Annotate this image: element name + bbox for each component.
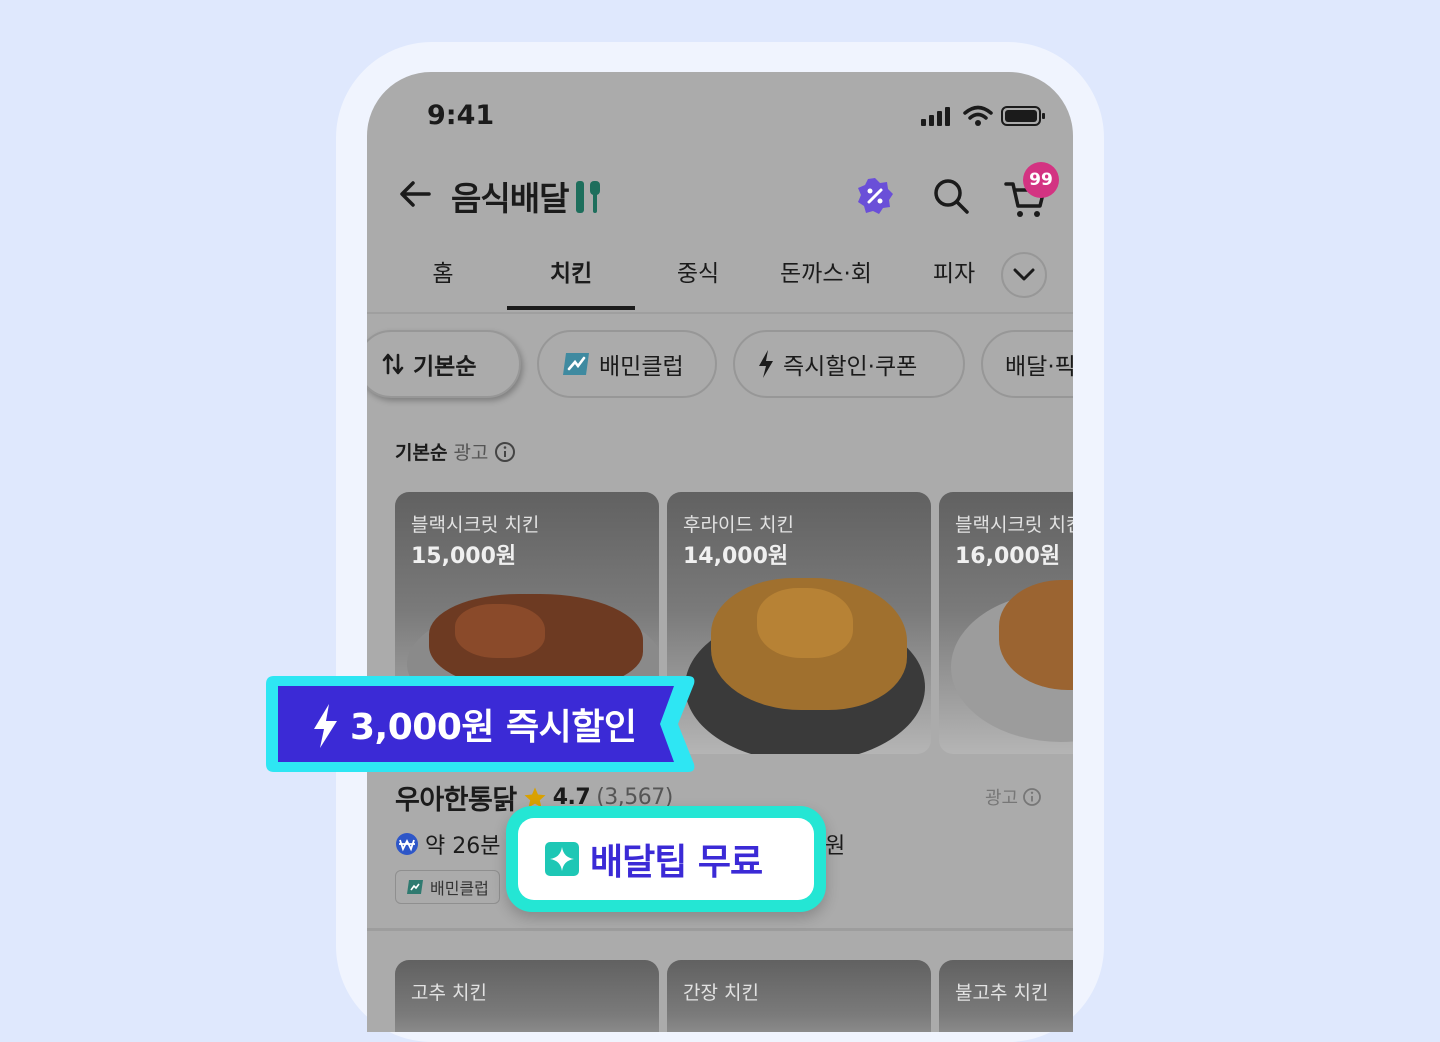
free-delivery-callout: 배달팁 무료 — [506, 806, 826, 912]
signal-icon — [921, 107, 950, 126]
category-tabs: 홈 치킨 중식 돈까스·회 피자 — [367, 240, 1073, 314]
tab-home[interactable]: 홈 — [389, 254, 497, 310]
delivery-filter-label: 배달·픽 — [1005, 354, 1073, 380]
page-title-text: 음식배달 — [451, 179, 569, 218]
menu-name: 불고추 치킨 — [955, 982, 1049, 1004]
tab-pizza[interactable]: 피자 — [901, 254, 1007, 310]
info-icon[interactable] — [494, 441, 516, 463]
info-icon[interactable] — [1022, 787, 1042, 807]
delivery-time: 약 26분 — [425, 834, 501, 859]
store-ad-text: 광고 — [985, 788, 1019, 809]
club-badge: 배민클럽 — [395, 870, 500, 904]
chevron-down-icon — [1013, 268, 1035, 281]
sort-arrows-icon — [382, 353, 404, 375]
delivery-fee-suffix: 원 — [825, 834, 846, 859]
menu-card[interactable]: 블랙시크릿 치킨 16,000원 — [939, 492, 1073, 754]
status-time: 9:41 — [427, 100, 495, 131]
battery-icon — [1001, 106, 1045, 126]
sparkle-icon — [545, 842, 579, 876]
free-delivery-callout-text: 배달팁 무료 — [590, 842, 763, 883]
tab-active-indicator — [507, 306, 635, 310]
menu-name: 블랙시크릿 치킨 — [955, 514, 1073, 536]
club-badge-label: 배민클럽 — [430, 879, 489, 898]
delivery-time-row: 약 26분 — [395, 828, 500, 860]
menu-name: 간장 치킨 — [683, 982, 759, 1004]
tab-pork-cutlet[interactable]: 돈까스·회 — [761, 254, 891, 310]
baemin-club-icon — [407, 880, 423, 894]
store-name: 우아한통닭 — [395, 785, 517, 816]
baemin-club-icon — [563, 353, 589, 375]
store-ad-label: 광고 — [985, 784, 1042, 810]
lightning-icon — [314, 704, 337, 748]
discount-filter-label: 즉시할인·쿠폰 — [783, 354, 918, 380]
menu-name: 후라이드 치킨 — [683, 514, 794, 536]
menu-price: 15,000원 — [411, 544, 517, 569]
free-delivery-callout-body: 배달팁 무료 — [518, 818, 814, 900]
menu-card[interactable]: 고추 치킨 — [395, 960, 659, 1032]
wifi-icon — [963, 105, 993, 126]
menu-card[interactable]: 후라이드 치킨 14,000원 — [667, 492, 931, 754]
sort-filter-chip[interactable]: 기본순 — [367, 330, 521, 398]
section-header: 기본순 광고 — [395, 438, 516, 465]
status-icons — [921, 105, 1047, 127]
back-arrow-icon[interactable] — [395, 174, 435, 214]
tab-chicken[interactable]: 치킨 — [507, 254, 635, 310]
menu-name: 블랙시크릿 치킨 — [411, 514, 540, 536]
menu-price: 14,000원 — [683, 544, 789, 569]
won-coin-icon — [396, 833, 418, 855]
menu-price: 16,000원 — [955, 544, 1061, 569]
lightning-icon — [759, 350, 773, 378]
menu-card[interactable]: 간장 치킨 — [667, 960, 931, 1032]
tab-chinese[interactable]: 중식 — [645, 254, 751, 310]
club-filter-label: 배민클럽 — [599, 354, 684, 380]
menu-card[interactable]: 불고추 치킨 — [939, 960, 1073, 1032]
section-title: 기본순 — [395, 442, 448, 464]
page-title: 음식배달 — [451, 172, 604, 220]
club-filter-chip[interactable]: 배민클럽 — [537, 330, 717, 398]
discount-icon[interactable] — [855, 176, 895, 216]
search-icon[interactable] — [931, 176, 971, 216]
discount-callout-text: 3,000원 즉시할인 — [350, 707, 637, 748]
fork-knife-icon — [576, 181, 601, 213]
discount-filter-chip[interactable]: 즉시할인·쿠폰 — [733, 330, 965, 398]
food-image — [455, 604, 545, 658]
section-ad-label: 광고 — [453, 442, 489, 464]
menu-name: 고추 치킨 — [411, 982, 487, 1004]
sort-filter-label: 기본순 — [413, 354, 477, 380]
tab-more-button[interactable] — [1001, 252, 1047, 298]
section-divider — [367, 928, 1073, 931]
cart-count-badge: 99 — [1023, 162, 1059, 198]
delivery-filter-chip[interactable]: 배달·픽 — [981, 330, 1073, 398]
food-image — [757, 588, 853, 658]
